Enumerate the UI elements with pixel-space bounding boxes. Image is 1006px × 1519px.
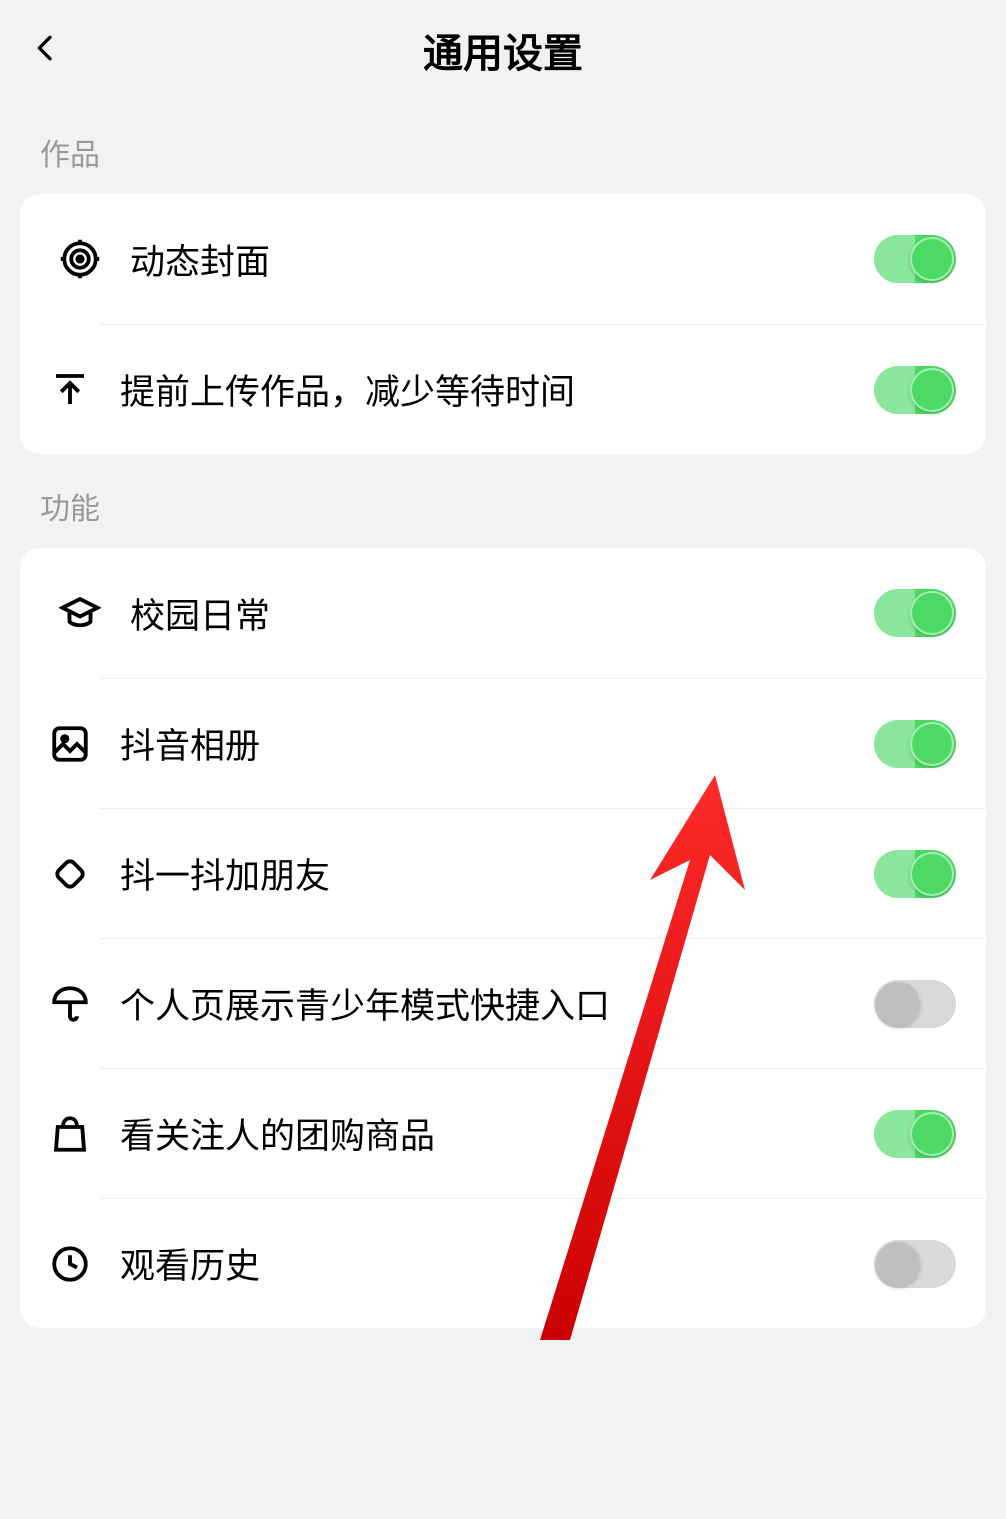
target-icon (50, 238, 110, 280)
toggle-shake-friends[interactable] (874, 850, 956, 898)
section-label-works: 作品 (0, 100, 1006, 194)
row-label: 抖音相册 (120, 718, 874, 769)
bag-icon (40, 1113, 100, 1155)
works-card: 动态封面 提前上传作品，减少等待时间 (20, 194, 986, 454)
row-label: 个人页展示青少年模式快捷入口 (120, 978, 874, 1029)
upload-icon (40, 369, 100, 411)
toggle-campus-daily[interactable] (874, 589, 956, 637)
umbrella-icon (40, 983, 100, 1025)
row-label: 观看历史 (120, 1238, 874, 1289)
toggle-dynamic-cover[interactable] (874, 235, 956, 283)
toggle-followed-groupbuy[interactable] (874, 1110, 956, 1158)
toggle-watch-history[interactable] (874, 1240, 956, 1288)
header: 通用设置 (0, 0, 1006, 100)
row-douyin-album: 抖音相册 (100, 678, 986, 808)
toggle-teen-shortcut[interactable] (874, 980, 956, 1028)
row-label: 抖一抖加朋友 (120, 848, 874, 899)
graduation-cap-icon (50, 592, 110, 634)
row-teen-shortcut: 个人页展示青少年模式快捷入口 (100, 938, 986, 1068)
row-label: 提前上传作品，减少等待时间 (120, 364, 874, 415)
row-watch-history: 观看历史 (100, 1198, 986, 1328)
row-dynamic-cover: 动态封面 (20, 194, 986, 324)
row-followed-groupbuy: 看关注人的团购商品 (100, 1068, 986, 1198)
row-campus-daily: 校园日常 (20, 548, 986, 678)
clock-icon (40, 1243, 100, 1285)
row-shake-friends: 抖一抖加朋友 (100, 808, 986, 938)
toggle-douyin-album[interactable] (874, 720, 956, 768)
row-label: 动态封面 (130, 234, 874, 285)
row-pre-upload: 提前上传作品，减少等待时间 (100, 324, 986, 454)
toggle-pre-upload[interactable] (874, 366, 956, 414)
section-label-features: 功能 (0, 454, 1006, 548)
shake-icon (40, 853, 100, 895)
page-title: 通用设置 (30, 21, 976, 79)
row-label: 校园日常 (130, 588, 874, 639)
features-card: 校园日常 抖音相册 抖一抖加朋友 个人页展示青少年模式快捷入口 看关注人的团购商… (20, 548, 986, 1328)
row-label: 看关注人的团购商品 (120, 1108, 874, 1159)
image-icon (40, 723, 100, 765)
back-button[interactable] (30, 25, 62, 75)
